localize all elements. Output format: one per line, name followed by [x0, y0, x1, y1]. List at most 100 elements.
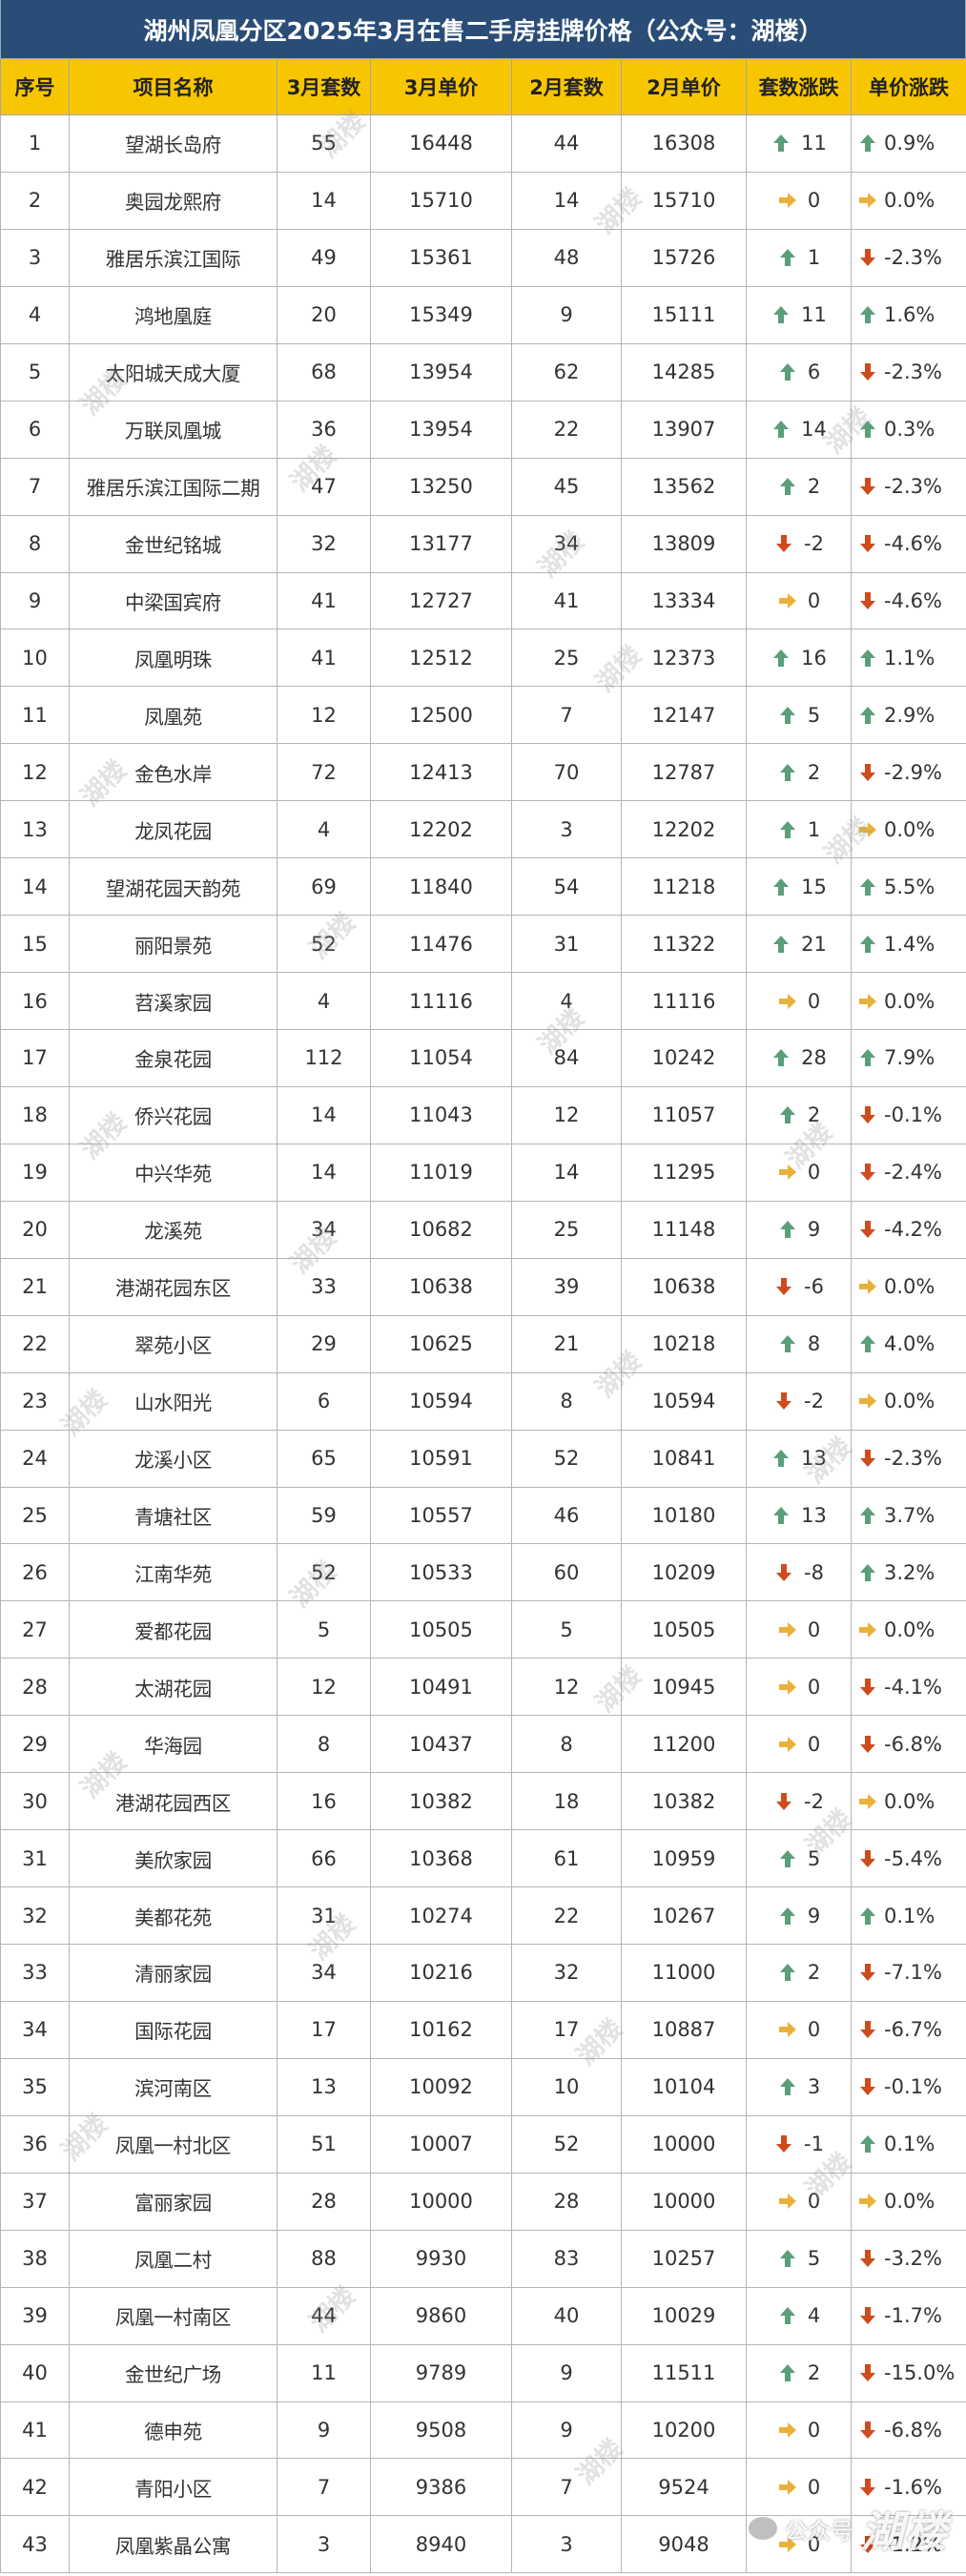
arrow-up-icon	[857, 1505, 878, 1526]
march-count: 69	[277, 857, 371, 917]
table-title: 湖州凤凰分区2025年3月在售二手房挂牌价格（公众号：湖楼）	[0, 0, 966, 58]
feb-price: 12147	[621, 686, 747, 745]
march-price: 10274	[370, 1886, 512, 1945]
row-number: 6	[0, 400, 70, 459]
march-count: 44	[277, 2286, 371, 2345]
feb-price: 10000	[621, 2172, 747, 2231]
arrow-right-icon	[857, 2191, 878, 2212]
price-change-cell: -3.2%	[851, 2229, 966, 2288]
project-name: 龙溪小区	[69, 1429, 277, 1488]
march-count: 65	[277, 1429, 371, 1488]
feb-count: 44	[511, 114, 622, 173]
count-change-cell: 9	[746, 1886, 852, 1945]
row-number: 14	[0, 857, 70, 917]
table-row: 19 中兴华苑 14 11019 14 11295 0 -2.4%	[0, 1143, 966, 1202]
count-change-value: 0	[807, 2018, 821, 2042]
feb-count: 9	[511, 2401, 622, 2460]
price-change-value: 1.4%	[884, 932, 935, 956]
arrow-right-icon	[857, 1791, 878, 1812]
price-change-value: -4.2%	[884, 1218, 942, 1242]
row-number: 12	[0, 743, 70, 802]
march-price: 10092	[370, 2057, 512, 2116]
march-price: 12500	[370, 686, 512, 745]
count-change-cell: 0	[746, 2401, 852, 2460]
arrow-down-icon	[857, 247, 878, 268]
price-change-value: -7.1%	[884, 1961, 942, 1985]
project-name: 凤凰苑	[69, 686, 277, 745]
project-name: 望湖花园天韵苑	[69, 857, 277, 917]
feb-price: 14285	[621, 342, 747, 402]
feb-price: 10029	[621, 2286, 747, 2345]
row-number: 31	[0, 1829, 70, 1888]
march-price: 11043	[370, 1085, 512, 1144]
feb-count: 46	[511, 1486, 622, 1545]
count-change-value: 11	[801, 132, 827, 155]
project-name: 侨兴花园	[69, 1085, 277, 1144]
price-change-cell: -2.3%	[851, 457, 966, 516]
count-change-value: 5	[807, 2247, 821, 2271]
project-name: 江南华苑	[69, 1543, 277, 1602]
march-count: 11	[277, 2343, 371, 2402]
project-name: 美欣家园	[69, 1829, 277, 1888]
count-change-value: 2	[807, 2361, 821, 2385]
project-name: 金世纪铭城	[69, 514, 277, 573]
march-count: 3	[277, 2515, 371, 2574]
feb-price: 11000	[621, 1944, 747, 2002]
table-row: 36 凤凰一村北区 51 10007 52 10000 -1 0.1%	[0, 2114, 966, 2174]
march-price: 9860	[370, 2286, 512, 2345]
row-number: 37	[0, 2172, 70, 2231]
arrow-right-icon	[777, 190, 798, 211]
price-change-cell: 7.9%	[851, 1029, 966, 1087]
price-change-value: 5.5%	[884, 875, 935, 898]
arrow-right-icon	[777, 2019, 798, 2040]
count-change-value: 9	[807, 1904, 821, 1927]
count-change-value: -2	[804, 532, 824, 556]
project-name: 滨河南区	[69, 2057, 277, 2116]
feb-count: 7	[511, 2458, 622, 2517]
feb-price: 10959	[621, 1829, 747, 1888]
count-change-cell: 1	[746, 800, 852, 859]
feb-price: 10209	[621, 1543, 747, 1602]
row-number: 42	[0, 2458, 70, 2517]
price-change-cell: -7.1%	[851, 1944, 966, 2002]
feb-price: 13907	[621, 400, 747, 459]
header-feb-count: 2月套数	[511, 58, 622, 115]
count-change-value: 5	[807, 1846, 821, 1870]
march-price: 10000	[370, 2172, 512, 2231]
count-change-cell: 13	[746, 1486, 852, 1545]
row-number: 15	[0, 915, 70, 974]
count-change-value: -1	[804, 2133, 824, 2156]
project-name: 雅居乐滨江国际	[69, 228, 277, 287]
march-price: 8940	[370, 2515, 512, 2574]
count-change-cell: 5	[746, 686, 852, 745]
count-change-cell: 0	[746, 972, 852, 1030]
footer-brand: 湖楼	[861, 2508, 949, 2557]
row-number: 3	[0, 228, 70, 287]
feb-price: 9048	[621, 2515, 747, 2574]
row-number: 19	[0, 1143, 70, 1202]
project-name: 望湖长岛府	[69, 114, 277, 173]
count-change-value: 0	[807, 189, 821, 213]
feb-count: 52	[511, 2114, 622, 2174]
table-row: 10 凤凰明珠 41 12512 25 12373 16 1.1%	[0, 629, 966, 688]
price-change-cell: 3.2%	[851, 1543, 966, 1602]
header-project-name: 项目名称	[69, 58, 277, 115]
march-count: 52	[277, 915, 371, 974]
march-count: 12	[277, 1658, 371, 1717]
march-count: 34	[277, 1944, 371, 2002]
price-change-value: -2.3%	[884, 246, 942, 270]
march-price: 11019	[370, 1143, 512, 1202]
price-change-value: -6.7%	[884, 2018, 942, 2042]
price-change-cell: 0.0%	[851, 1257, 966, 1316]
project-name: 金世纪广场	[69, 2343, 277, 2402]
arrow-right-icon	[777, 2477, 798, 2498]
price-change-cell: -15.0%	[851, 2343, 966, 2402]
count-change-value: 3	[807, 2075, 821, 2099]
price-change-value: 0.3%	[884, 418, 935, 442]
arrow-down-icon	[857, 476, 878, 497]
price-change-value: 0.1%	[884, 2133, 935, 2156]
feb-price: 11322	[621, 915, 747, 974]
count-change-cell: 4	[746, 2286, 852, 2345]
count-change-cell: -1	[746, 2114, 852, 2174]
march-price: 15349	[370, 285, 512, 344]
